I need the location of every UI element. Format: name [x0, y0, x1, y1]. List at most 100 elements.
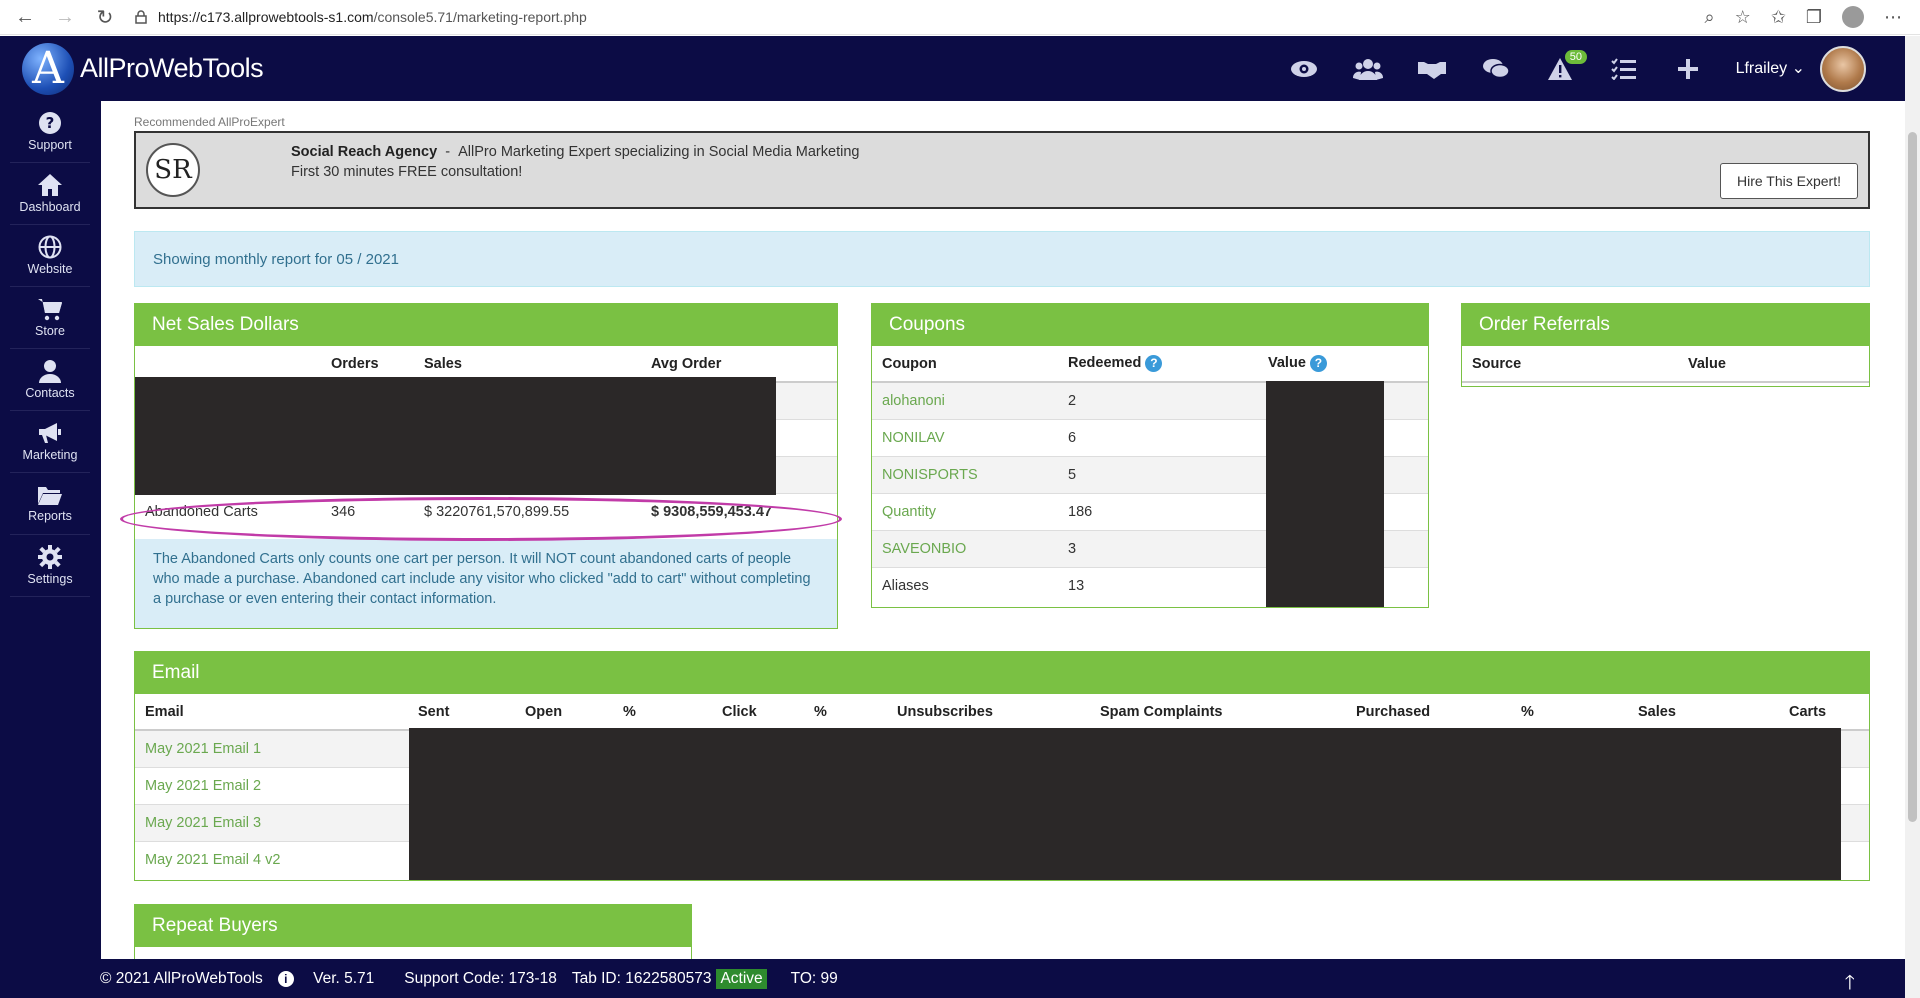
repeat-buyers-title: Repeat Buyers: [135, 905, 691, 947]
folder-icon: [38, 487, 62, 505]
globe-icon: [38, 235, 62, 259]
user-icon: [39, 360, 61, 383]
col-header-open-pct: %: [613, 694, 712, 731]
coupons-panel: Coupons Coupon Redeemed ? Value ? alohan…: [871, 303, 1429, 608]
sidebar-item-settings[interactable]: Settings: [10, 535, 90, 597]
order-referrals-title: Order Referrals: [1462, 304, 1869, 346]
tasks-list-icon[interactable]: [1607, 52, 1641, 86]
highlight-circle: [120, 497, 842, 541]
abandoned-carts-note: The Abandoned Carts only counts one cart…: [135, 539, 837, 628]
footer-to: TO: 99: [790, 969, 838, 987]
zoom-icon[interactable]: ⌕: [1705, 7, 1715, 28]
email-title: Email: [135, 652, 1869, 694]
favorite-star-icon[interactable]: ☆: [1735, 7, 1751, 28]
report-period-info: Showing monthly report for 05 / 2021: [134, 231, 1870, 287]
coupon-link[interactable]: NONILAV: [872, 418, 1058, 456]
sidebar: ? Support Dashboard Website Store Contac…: [0, 101, 101, 959]
chevron-down-icon: ⌄: [1791, 60, 1805, 77]
col-header-value: Value: [1678, 346, 1869, 383]
footer-support-code: Support Code: 173-18: [404, 969, 557, 987]
logo-a-icon: A: [22, 42, 74, 95]
coupon-link[interactable]: SAVEONBIO: [872, 529, 1058, 567]
col-header-unsubscribes: Unsubscribes: [887, 694, 1090, 731]
scrollbar-thumb[interactable]: [1908, 132, 1917, 822]
address-bar[interactable]: https://c173.allprowebtools-s1.com/conso…: [134, 3, 1705, 31]
hire-expert-button[interactable]: Hire This Expert!: [1720, 163, 1858, 199]
question-circle-icon: ?: [39, 112, 61, 134]
footer-tab-id: Tab ID: 1622580573: [571, 969, 712, 987]
help-icon[interactable]: ?: [1145, 355, 1163, 372]
order-referrals-panel: Order Referrals Source Value: [1461, 303, 1870, 387]
avatar[interactable]: [1820, 46, 1866, 92]
chat-icon[interactable]: [1479, 52, 1513, 86]
handshake-icon[interactable]: [1415, 52, 1449, 86]
footer-version: i Ver. 5.71: [277, 970, 390, 988]
email-link[interactable]: May 2021 Email 3: [135, 803, 408, 841]
alert-icon[interactable]: 50: [1543, 49, 1587, 86]
email-link[interactable]: May 2021 Email 2: [135, 766, 408, 804]
referrals-table: Source Value: [1462, 346, 1869, 383]
footer-copyright: © 2021 AllProWebTools: [100, 969, 263, 987]
net-sales-panel: Net Sales Dollars Orders Sales Avg Order…: [134, 303, 838, 629]
browser-toolbar: ← → ↻ https://c173.allprowebtools-s1.com…: [0, 0, 1920, 35]
reload-icon[interactable]: ↻: [90, 2, 120, 32]
coupon-link[interactable]: alohanoni: [872, 381, 1058, 419]
sidebar-item-contacts[interactable]: Contacts: [10, 349, 90, 411]
col-header-coupon: Coupon: [872, 346, 1058, 383]
svg-text:?: ?: [46, 114, 55, 132]
sidebar-item-support[interactable]: ? Support: [10, 101, 90, 163]
expert-logo: SR: [146, 143, 200, 197]
email-panel: Email Email Sent Open % Click % Unsubscr…: [134, 651, 1870, 881]
col-header-source: Source: [1462, 346, 1678, 383]
back-icon[interactable]: ←: [10, 2, 40, 32]
col-header-spam: Spam Complaints: [1090, 694, 1346, 731]
lock-icon: [135, 10, 147, 24]
email-link[interactable]: May 2021 Email 4 v2: [135, 840, 408, 878]
forward-icon[interactable]: →: [50, 2, 80, 32]
more-menu-icon[interactable]: ⋯: [1884, 7, 1902, 28]
sidebar-item-marketing[interactable]: Marketing: [10, 411, 90, 473]
col-header-redeemed: Redeemed ?: [1058, 346, 1258, 383]
sidebar-item-store[interactable]: Store: [10, 287, 90, 349]
info-icon: i: [277, 970, 294, 987]
app-header: A AllProWebTools 50 Lfrailey ⌄: [0, 36, 1905, 101]
col-header-open: Open: [515, 694, 613, 731]
redacted-block: [1266, 381, 1384, 607]
brand-logo[interactable]: A AllProWebTools: [22, 42, 264, 95]
expert-banner: SR Social Reach Agency - AllPro Marketin…: [134, 131, 1870, 209]
plus-icon[interactable]: [1671, 52, 1705, 86]
redacted-block: [135, 377, 776, 495]
col-header-purchased-pct: %: [1511, 694, 1628, 731]
users-group-icon[interactable]: [1351, 52, 1385, 86]
col-header-click-pct: %: [804, 694, 887, 731]
col-header-sent: Sent: [408, 694, 515, 731]
sidebar-item-dashboard[interactable]: Dashboard: [10, 163, 90, 225]
col-header-sales: Sales: [1628, 694, 1779, 731]
email-link[interactable]: May 2021 Email 1: [135, 729, 408, 767]
coupons-title: Coupons: [872, 304, 1428, 346]
sidebar-item-website[interactable]: Website: [10, 225, 90, 287]
coupon-link[interactable]: NONISPORTS: [872, 455, 1058, 493]
page-scrollbar[interactable]: [1905, 36, 1920, 998]
expert-title: Social Reach Agency - AllPro Marketing E…: [291, 144, 860, 160]
user-menu[interactable]: Lfrailey ⌄: [1736, 58, 1805, 78]
status-badge: Active: [716, 968, 767, 989]
brand-name: AllProWebTools: [80, 53, 264, 83]
url-text: https://c173.allprowebtools-s1.com/conso…: [158, 9, 587, 25]
help-icon[interactable]: ?: [1309, 355, 1327, 372]
collections-icon[interactable]: ❐: [1806, 7, 1822, 28]
gear-icon: [38, 545, 62, 569]
cart-icon: [38, 299, 62, 321]
expert-offer: First 30 minutes FREE consultation!: [291, 164, 523, 180]
profile-icon[interactable]: [1842, 6, 1864, 28]
scroll-top-arrow-icon[interactable]: 🡑: [1845, 968, 1855, 998]
eye-icon[interactable]: [1287, 52, 1321, 86]
sidebar-item-reports[interactable]: Reports: [10, 473, 90, 535]
col-header-value: Value ?: [1258, 346, 1428, 383]
recommended-expert-label: Recommended AllProExpert: [134, 115, 285, 129]
footer-bar: © 2021 AllProWebTools i Ver. 5.71 Suppor…: [0, 959, 1905, 998]
net-sales-title: Net Sales Dollars: [135, 304, 837, 346]
favorites-list-icon[interactable]: ✩: [1771, 7, 1786, 28]
notification-badge: 50: [1564, 49, 1587, 64]
coupon-link[interactable]: Quantity: [872, 492, 1058, 530]
